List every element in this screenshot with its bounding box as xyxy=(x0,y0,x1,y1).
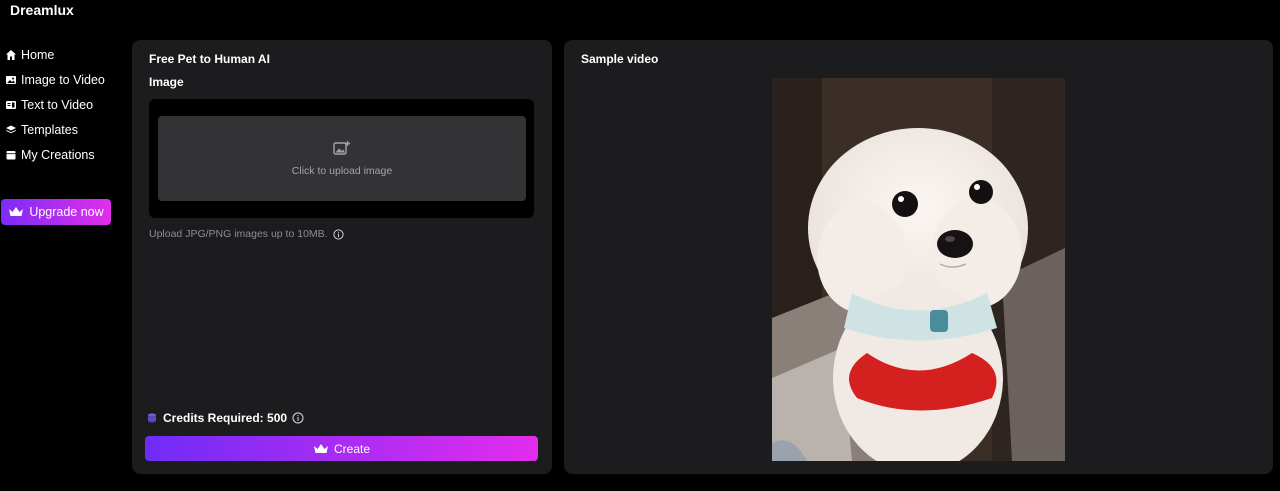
create-button[interactable]: Create xyxy=(145,436,538,461)
text-video-icon xyxy=(5,99,17,111)
credits-text: Credits Required: 500 xyxy=(163,411,288,425)
generator-panel: Free Pet to Human AI Image Click to uplo… xyxy=(132,40,552,474)
crown-icon xyxy=(9,207,24,216)
sidebar-item-templates[interactable]: Templates xyxy=(0,117,125,142)
sidebar-nav: Home Image to Video Text to Video Templa… xyxy=(0,42,125,167)
info-icon[interactable] xyxy=(332,228,344,240)
sidebar-item-label: Templates xyxy=(21,122,78,137)
brand-logo[interactable]: Dreamlux xyxy=(10,2,74,18)
image-label: Image xyxy=(149,75,184,89)
sample-video-panel: Sample video xyxy=(564,40,1273,474)
sidebar-item-label: My Creations xyxy=(21,147,95,162)
upload-text: Click to upload image xyxy=(291,165,393,177)
folder-icon xyxy=(5,149,17,161)
add-image-icon xyxy=(333,141,350,155)
sidebar-item-my-creations[interactable]: My Creations xyxy=(0,142,125,167)
sidebar-item-image-to-video[interactable]: Image to Video xyxy=(0,67,125,92)
image-icon xyxy=(5,74,17,86)
info-icon[interactable] xyxy=(292,412,304,424)
sidebar-item-label: Home xyxy=(21,47,55,62)
coins-icon xyxy=(147,413,157,423)
sample-video[interactable] xyxy=(772,78,1065,461)
upload-hint: Upload JPG/PNG images up to 10MB. xyxy=(149,228,344,240)
create-label: Create xyxy=(333,441,371,456)
upgrade-label: Upgrade now xyxy=(29,205,104,219)
home-icon xyxy=(5,49,17,61)
upload-hint-text: Upload JPG/PNG images up to 10MB. xyxy=(149,228,328,240)
layers-icon xyxy=(5,124,17,136)
sidebar-item-text-to-video[interactable]: Text to Video xyxy=(0,92,125,117)
upgrade-button[interactable]: Upgrade now xyxy=(1,199,111,225)
image-upload-dropzone[interactable]: Click to upload image xyxy=(158,116,526,201)
sidebar-item-label: Image to Video xyxy=(21,72,105,87)
sample-video-title: Sample video xyxy=(581,52,659,66)
upload-container: Click to upload image xyxy=(149,99,534,218)
crown-icon xyxy=(313,443,328,453)
sample-video-thumbnail xyxy=(772,78,1065,461)
sidebar-item-home[interactable]: Home xyxy=(0,42,125,67)
sidebar-item-label: Text to Video xyxy=(21,97,94,112)
panel-title: Free Pet to Human AI xyxy=(149,52,270,66)
credits-required: Credits Required: 500 xyxy=(146,411,304,425)
